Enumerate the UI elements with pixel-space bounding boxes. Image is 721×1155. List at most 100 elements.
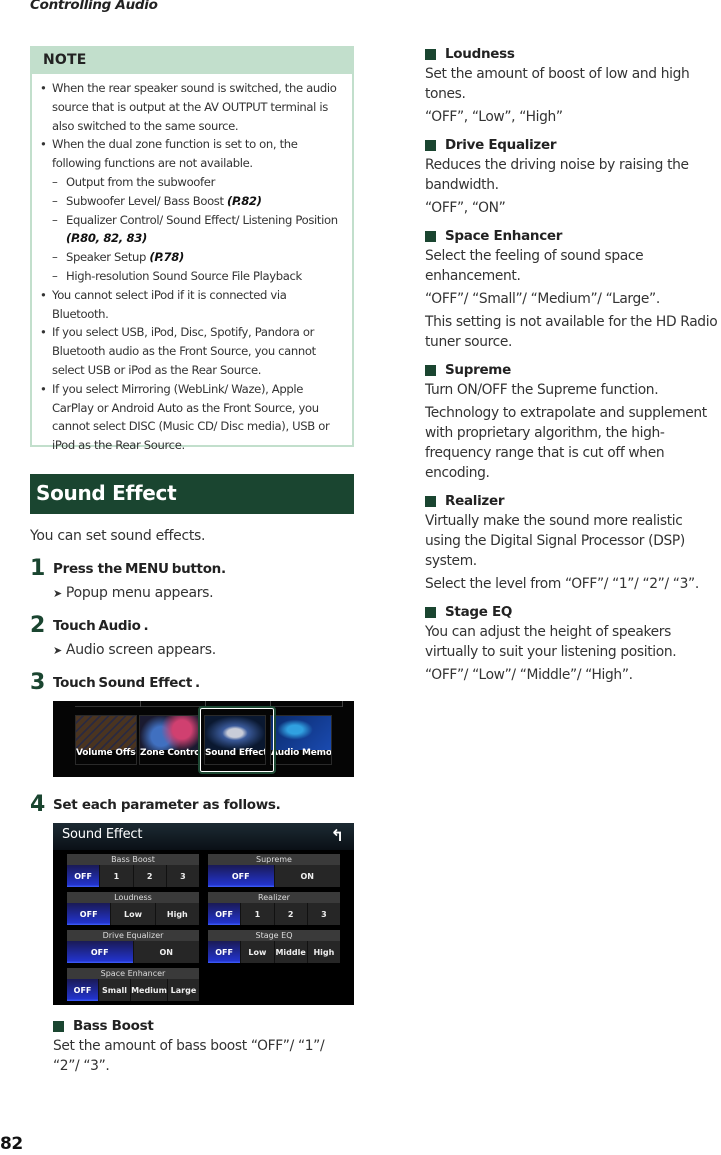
param-options: “OFF”, “Low”, “High” xyxy=(425,109,563,125)
note-subitem: – High-resolution Sound Source File Play… xyxy=(40,267,344,286)
bullet-icon: • xyxy=(40,287,47,302)
param-description: Turn ON/OFF the Supreme function. xyxy=(425,382,659,398)
back-icon[interactable]: ↰ xyxy=(331,826,344,845)
setting-group-title: Supreme xyxy=(208,854,340,865)
option-button-high[interactable]: High xyxy=(155,903,199,925)
setting-group-bass-boost: Bass Boost OFF 1 2 3 xyxy=(67,854,199,887)
bullet-icon: • xyxy=(40,325,47,340)
option-button-small[interactable]: Small xyxy=(99,979,132,1001)
param-description: Reduces the driving noise by raising the… xyxy=(425,157,689,193)
param-title: Supreme xyxy=(445,362,511,378)
note-item-text: When the dual zone function is set to on… xyxy=(52,137,298,171)
result-arrow-icon: ➤ xyxy=(53,644,62,657)
param-supreme: Supreme Turn ON/OFF the Supreme function… xyxy=(425,360,721,483)
param-title: Realizer xyxy=(445,493,505,509)
note-subitem-text: Subwoofer Level/ Bass Boost xyxy=(66,193,228,208)
step-instruction: Set each parameter as follows. xyxy=(53,797,281,813)
option-button-high[interactable]: High xyxy=(307,941,340,963)
step-result-text: Popup menu appears. xyxy=(65,585,214,601)
dash-icon: – xyxy=(52,250,58,265)
step-text-pre: Press the xyxy=(53,561,122,577)
tile-audio-memory[interactable]: Audio Memory xyxy=(270,715,332,765)
option-button-low[interactable]: Low xyxy=(111,903,156,925)
option-button-on[interactable]: ON xyxy=(274,865,340,887)
audio-menu-screenshot: Volume Offset Zone Contro Sound Effect A… xyxy=(53,701,354,777)
param-description: Set the amount of boost of low and high … xyxy=(425,66,690,102)
param-space-enhancer: Space Enhancer Select the feeling of sou… xyxy=(425,226,721,352)
page-reference-link[interactable]: (P.82) xyxy=(227,194,262,208)
dash-icon: – xyxy=(52,174,58,189)
option-button-off[interactable]: OFF xyxy=(67,865,101,887)
result-arrow-icon: ➤ xyxy=(53,587,62,600)
option-button-middle[interactable]: Middle xyxy=(274,941,308,963)
square-bullet-icon xyxy=(425,48,436,60)
option-button-off[interactable]: OFF xyxy=(208,903,242,925)
setting-group-title: Realizer xyxy=(208,892,340,903)
option-button-off[interactable]: OFF xyxy=(67,903,112,925)
note-item-text: If you select Mirroring (WebLink/ Waze),… xyxy=(52,381,330,453)
step-result: ➤ Popup menu appears. xyxy=(53,585,214,601)
step-text-pre: Touch xyxy=(53,675,96,691)
param-title: Bass Boost xyxy=(73,1018,154,1034)
note-body: • When the rear speaker sound is switche… xyxy=(32,74,352,455)
option-buttons: OFF 1 2 3 xyxy=(67,865,199,887)
param-title: Space Enhancer xyxy=(445,228,563,244)
option-button-low[interactable]: Low xyxy=(241,941,275,963)
note-subitem-text: Speaker Setup xyxy=(66,250,150,265)
option-button-off[interactable]: OFF xyxy=(208,941,242,963)
param-realizer: Realizer Virtually make the sound more r… xyxy=(425,491,721,594)
audio-memory-image xyxy=(271,716,331,750)
step-text-pre: Touch xyxy=(53,618,96,634)
option-button-off[interactable]: OFF xyxy=(208,865,275,887)
param-description: Set the amount of bass boost “OFF”/ “1”/… xyxy=(53,1038,325,1074)
step-number: 4 xyxy=(30,792,46,817)
param-bass-boost: Bass Boost Set the amount of bass boost … xyxy=(53,1016,354,1079)
option-button-large[interactable]: Large xyxy=(167,979,199,1001)
param-title: Loudness xyxy=(445,46,515,62)
option-button-2[interactable]: 2 xyxy=(133,865,167,887)
setting-group-title: Stage EQ xyxy=(208,930,340,941)
option-button-medium[interactable]: Medium xyxy=(131,979,168,1001)
screen-title: Sound Effect xyxy=(62,827,143,842)
page-reference-link[interactable]: (P.80, 82, 83) xyxy=(66,231,147,245)
option-button-1[interactable]: 1 xyxy=(241,903,275,925)
option-button-2[interactable]: 2 xyxy=(274,903,308,925)
option-button-off[interactable]: OFF xyxy=(67,941,134,963)
option-buttons: OFF Low Middle High xyxy=(208,941,340,963)
note-subitem: – Subwoofer Level/ Bass Boost (P.82) xyxy=(40,192,344,211)
note-item: • When the rear speaker sound is switche… xyxy=(40,79,344,135)
option-buttons: OFF 1 2 3 xyxy=(208,903,340,925)
note-title: NOTE xyxy=(32,48,352,74)
tile-label: Audio Memory xyxy=(271,748,332,758)
sound-effect-button-label: Sound Effect xyxy=(98,675,192,691)
square-bullet-icon xyxy=(425,606,436,618)
dash-icon: – xyxy=(52,268,58,283)
dash-icon: – xyxy=(52,193,58,208)
page-reference-link[interactable]: (P.78) xyxy=(149,250,184,264)
zone-control-image xyxy=(140,716,200,750)
option-button-1[interactable]: 1 xyxy=(100,865,134,887)
note-subitem: – Output from the subwoofer xyxy=(40,173,344,192)
param-drive-equalizer: Drive Equalizer Reduces the driving nois… xyxy=(425,135,721,218)
setting-group-title: Drive Equalizer xyxy=(67,930,199,941)
section-intro: You can set sound effects. xyxy=(30,528,206,544)
sound-effect-screenshot: Sound Effect ↰ Bass Boost OFF 1 2 3 Supreme OF… xyxy=(53,823,354,1005)
note-item: • If you select USB, iPod, Disc, Spotify… xyxy=(40,323,344,379)
step-number: 1 xyxy=(30,556,46,581)
tile-volume-offset[interactable]: Volume Offset xyxy=(75,715,137,765)
param-heading: Stage EQ xyxy=(425,602,721,622)
option-button-off[interactable]: OFF xyxy=(67,979,100,1001)
square-bullet-icon xyxy=(425,230,436,242)
setting-group-loudness: Loudness OFF Low High xyxy=(67,892,199,925)
note-subitem-text: Equalizer Control/ Sound Effect/ Listeni… xyxy=(66,212,338,227)
note-item: • You cannot select iPod if it is connec… xyxy=(40,286,344,324)
param-title: Stage EQ xyxy=(445,604,513,620)
tile-zone-control[interactable]: Zone Contro xyxy=(139,715,201,765)
param-options: “OFF”/ “Small”/ “Medium”/ “Large”. xyxy=(425,291,660,307)
step-number: 3 xyxy=(30,670,46,695)
option-button-3[interactable]: 3 xyxy=(166,865,199,887)
option-button-on[interactable]: ON xyxy=(133,941,199,963)
option-button-3[interactable]: 3 xyxy=(307,903,340,925)
param-heading: Realizer xyxy=(425,491,721,511)
tile-label: Zone Contro xyxy=(140,748,201,758)
